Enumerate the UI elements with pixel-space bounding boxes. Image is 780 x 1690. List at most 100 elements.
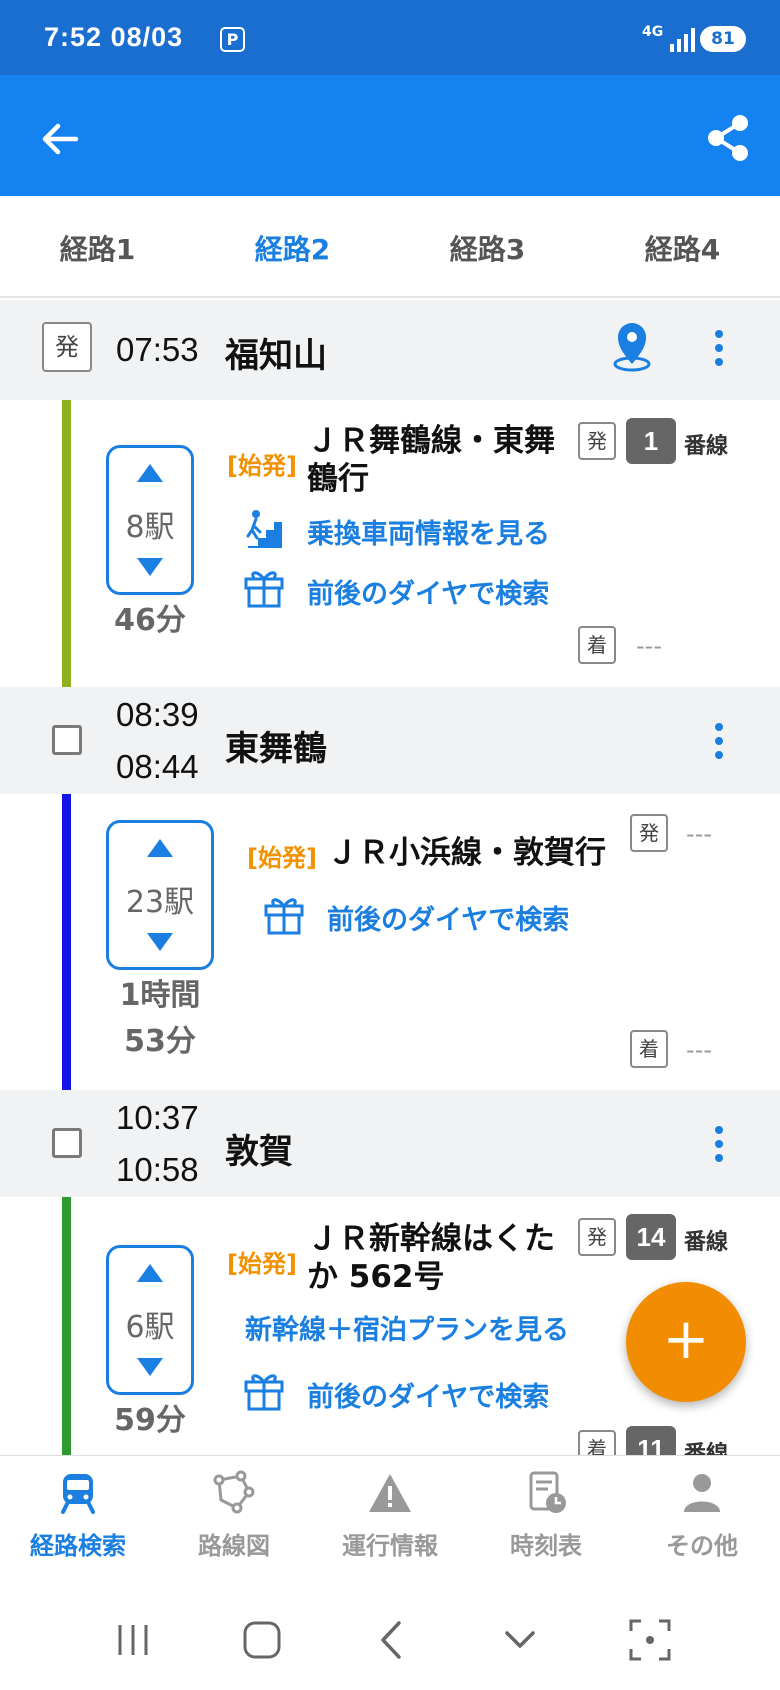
nav-label: 運行情報 <box>342 1532 438 1560</box>
nav-route-search[interactable]: 経路検索 <box>0 1470 156 1561</box>
home-icon[interactable] <box>237 1615 287 1665</box>
bottom-nav: 経路検索 路線図 運行情報 時刻表 その他 <box>0 1455 780 1585</box>
arr-tag: 着 <box>578 626 616 664</box>
origin-badge: [始発] <box>227 1250 297 1278</box>
back-icon[interactable] <box>367 1615 417 1665</box>
train-icon <box>61 1474 95 1514</box>
add-fab-button[interactable]: + <box>626 1282 746 1402</box>
warning-icon <box>369 1474 411 1512</box>
route-map-icon <box>213 1470 255 1514</box>
stop-count: 6駅 <box>125 1310 175 1345</box>
chevron-down-icon[interactable] <box>495 1615 545 1665</box>
app-bar <box>0 75 780 196</box>
duration-minutes: 53分 <box>124 1024 196 1059</box>
share-icon[interactable] <box>704 113 752 163</box>
station-name: 東舞鶴 <box>225 729 327 769</box>
train-name: ＪＲ小浜線・敦賀行 <box>327 835 606 871</box>
expand-down-icon <box>147 933 173 951</box>
status-bar: 7:52 08/03 P 4G 81 <box>0 0 780 75</box>
transfer-info-link[interactable]: 乗換車両情報を見る <box>307 512 550 551</box>
duration-hours: 1時間 <box>119 978 201 1013</box>
train-name: ＪＲ舞鶴線・東舞鶴行 <box>307 423 555 497</box>
dep-platform: --- <box>686 820 712 848</box>
timetable-search-link[interactable]: 前後のダイヤで検索 <box>307 572 549 611</box>
timetable-icon <box>529 1471 566 1513</box>
tab-route-1[interactable]: 経路1 <box>0 228 195 268</box>
stops-expander[interactable]: 23駅 <box>106 820 214 970</box>
station-marker <box>52 725 82 755</box>
duration: 1時間 53分 <box>106 973 214 1065</box>
network-type: 4G <box>642 24 664 40</box>
station-name: 敦賀 <box>225 1132 293 1172</box>
train-name: ＪＲ新幹線はくたか 562号 <box>307 1221 555 1295</box>
gift-icon <box>264 898 304 935</box>
nav-label: 経路検索 <box>30 1532 126 1560</box>
stop-count: 8駅 <box>125 510 175 545</box>
recent-apps-icon[interactable] <box>108 1615 158 1665</box>
shinkansen-hotel-plan-link[interactable]: 新幹線＋宿泊プランを見る <box>245 1308 569 1347</box>
nav-label: 時刻表 <box>510 1532 582 1560</box>
gift-icon <box>244 1374 284 1411</box>
dep-tag: 発 <box>578 422 616 460</box>
station-higashi-maizuru[interactable]: 08:39 08:44 東舞鶴 <box>0 687 780 794</box>
system-nav-bar <box>0 1585 780 1690</box>
duration: 59分 <box>114 1403 186 1438</box>
platform-suffix: 番線 <box>684 434 729 459</box>
line-obama <box>62 740 71 1142</box>
station-name: 福知山 <box>225 336 327 376</box>
dep-platform: 1 <box>626 418 676 464</box>
timetable-search-link[interactable]: 前後のダイヤで検索 <box>307 1375 549 1414</box>
gift-icon <box>244 571 284 608</box>
nav-service-info[interactable]: 運行情報 <box>312 1470 468 1561</box>
duration: 46分 <box>114 603 186 638</box>
timetable-search-link[interactable]: 前後のダイヤで検索 <box>327 898 569 937</box>
expand-up-icon <box>137 464 163 482</box>
more-options-icon[interactable] <box>714 330 724 370</box>
departure-time: 07:53 <box>116 331 199 368</box>
dep-tag: 発 <box>578 1218 616 1256</box>
back-arrow-icon[interactable] <box>36 115 84 163</box>
expand-up-icon <box>147 839 173 857</box>
route-tabs: 経路1 経路2 経路3 経路4 <box>0 196 780 298</box>
route-detail: 発 07:53 福知山 8駅 46分 [始発] ＪＲ舞鶴線・東舞鶴行 発 1 番… <box>0 300 780 1455</box>
tab-route-2[interactable]: 経路2 <box>195 228 390 268</box>
departure-time: 10:58 <box>116 1151 199 1188</box>
dep-platform: 14 <box>626 1214 676 1260</box>
stops-expander[interactable]: 6駅 <box>106 1245 194 1395</box>
nav-route-map[interactable]: 路線図 <box>156 1470 312 1561</box>
arr-platform: 11 <box>626 1426 676 1455</box>
departure-tag: 発 <box>42 322 92 372</box>
transfer-stairs-icon <box>246 510 282 548</box>
person-icon <box>684 1474 720 1512</box>
expand-up-icon <box>137 1264 163 1282</box>
pay-icon: P <box>220 27 245 52</box>
line-maizuru <box>62 350 71 740</box>
platform-suffix: 番線 <box>684 1230 729 1255</box>
expand-down-icon <box>137 558 163 576</box>
arrival-time: 10:37 <box>116 1099 199 1136</box>
arr-tag: 着 <box>630 1030 668 1068</box>
stops-expander[interactable]: 8駅 <box>106 445 194 595</box>
origin-badge: [始発] <box>227 452 297 480</box>
nav-other[interactable]: その他 <box>624 1470 780 1561</box>
more-options-icon[interactable] <box>714 723 724 763</box>
screenshot-capture-icon[interactable] <box>625 1615 675 1665</box>
more-options-icon[interactable] <box>714 1126 724 1166</box>
platform-suffix: 番線 <box>684 1442 729 1455</box>
station-tsuruga[interactable]: 10:37 10:58 敦賀 <box>0 1090 780 1197</box>
arr-platform: --- <box>636 632 662 660</box>
arr-platform: --- <box>686 1036 712 1064</box>
status-time: 7:52 08/03 <box>44 22 184 52</box>
arrival-time: 08:39 <box>116 696 199 733</box>
nav-label: 路線図 <box>198 1532 270 1560</box>
stop-count: 23駅 <box>125 885 195 920</box>
signal-icon <box>670 28 695 52</box>
tab-route-4[interactable]: 経路4 <box>585 228 780 268</box>
nav-timetable[interactable]: 時刻表 <box>468 1470 624 1561</box>
station-origin[interactable]: 発 07:53 福知山 <box>0 300 780 400</box>
dep-tag: 発 <box>630 814 668 852</box>
station-marker <box>52 1128 82 1158</box>
tab-route-3[interactable]: 経路3 <box>390 228 585 268</box>
expand-down-icon <box>137 1358 163 1376</box>
map-pin-icon[interactable] <box>612 320 652 372</box>
